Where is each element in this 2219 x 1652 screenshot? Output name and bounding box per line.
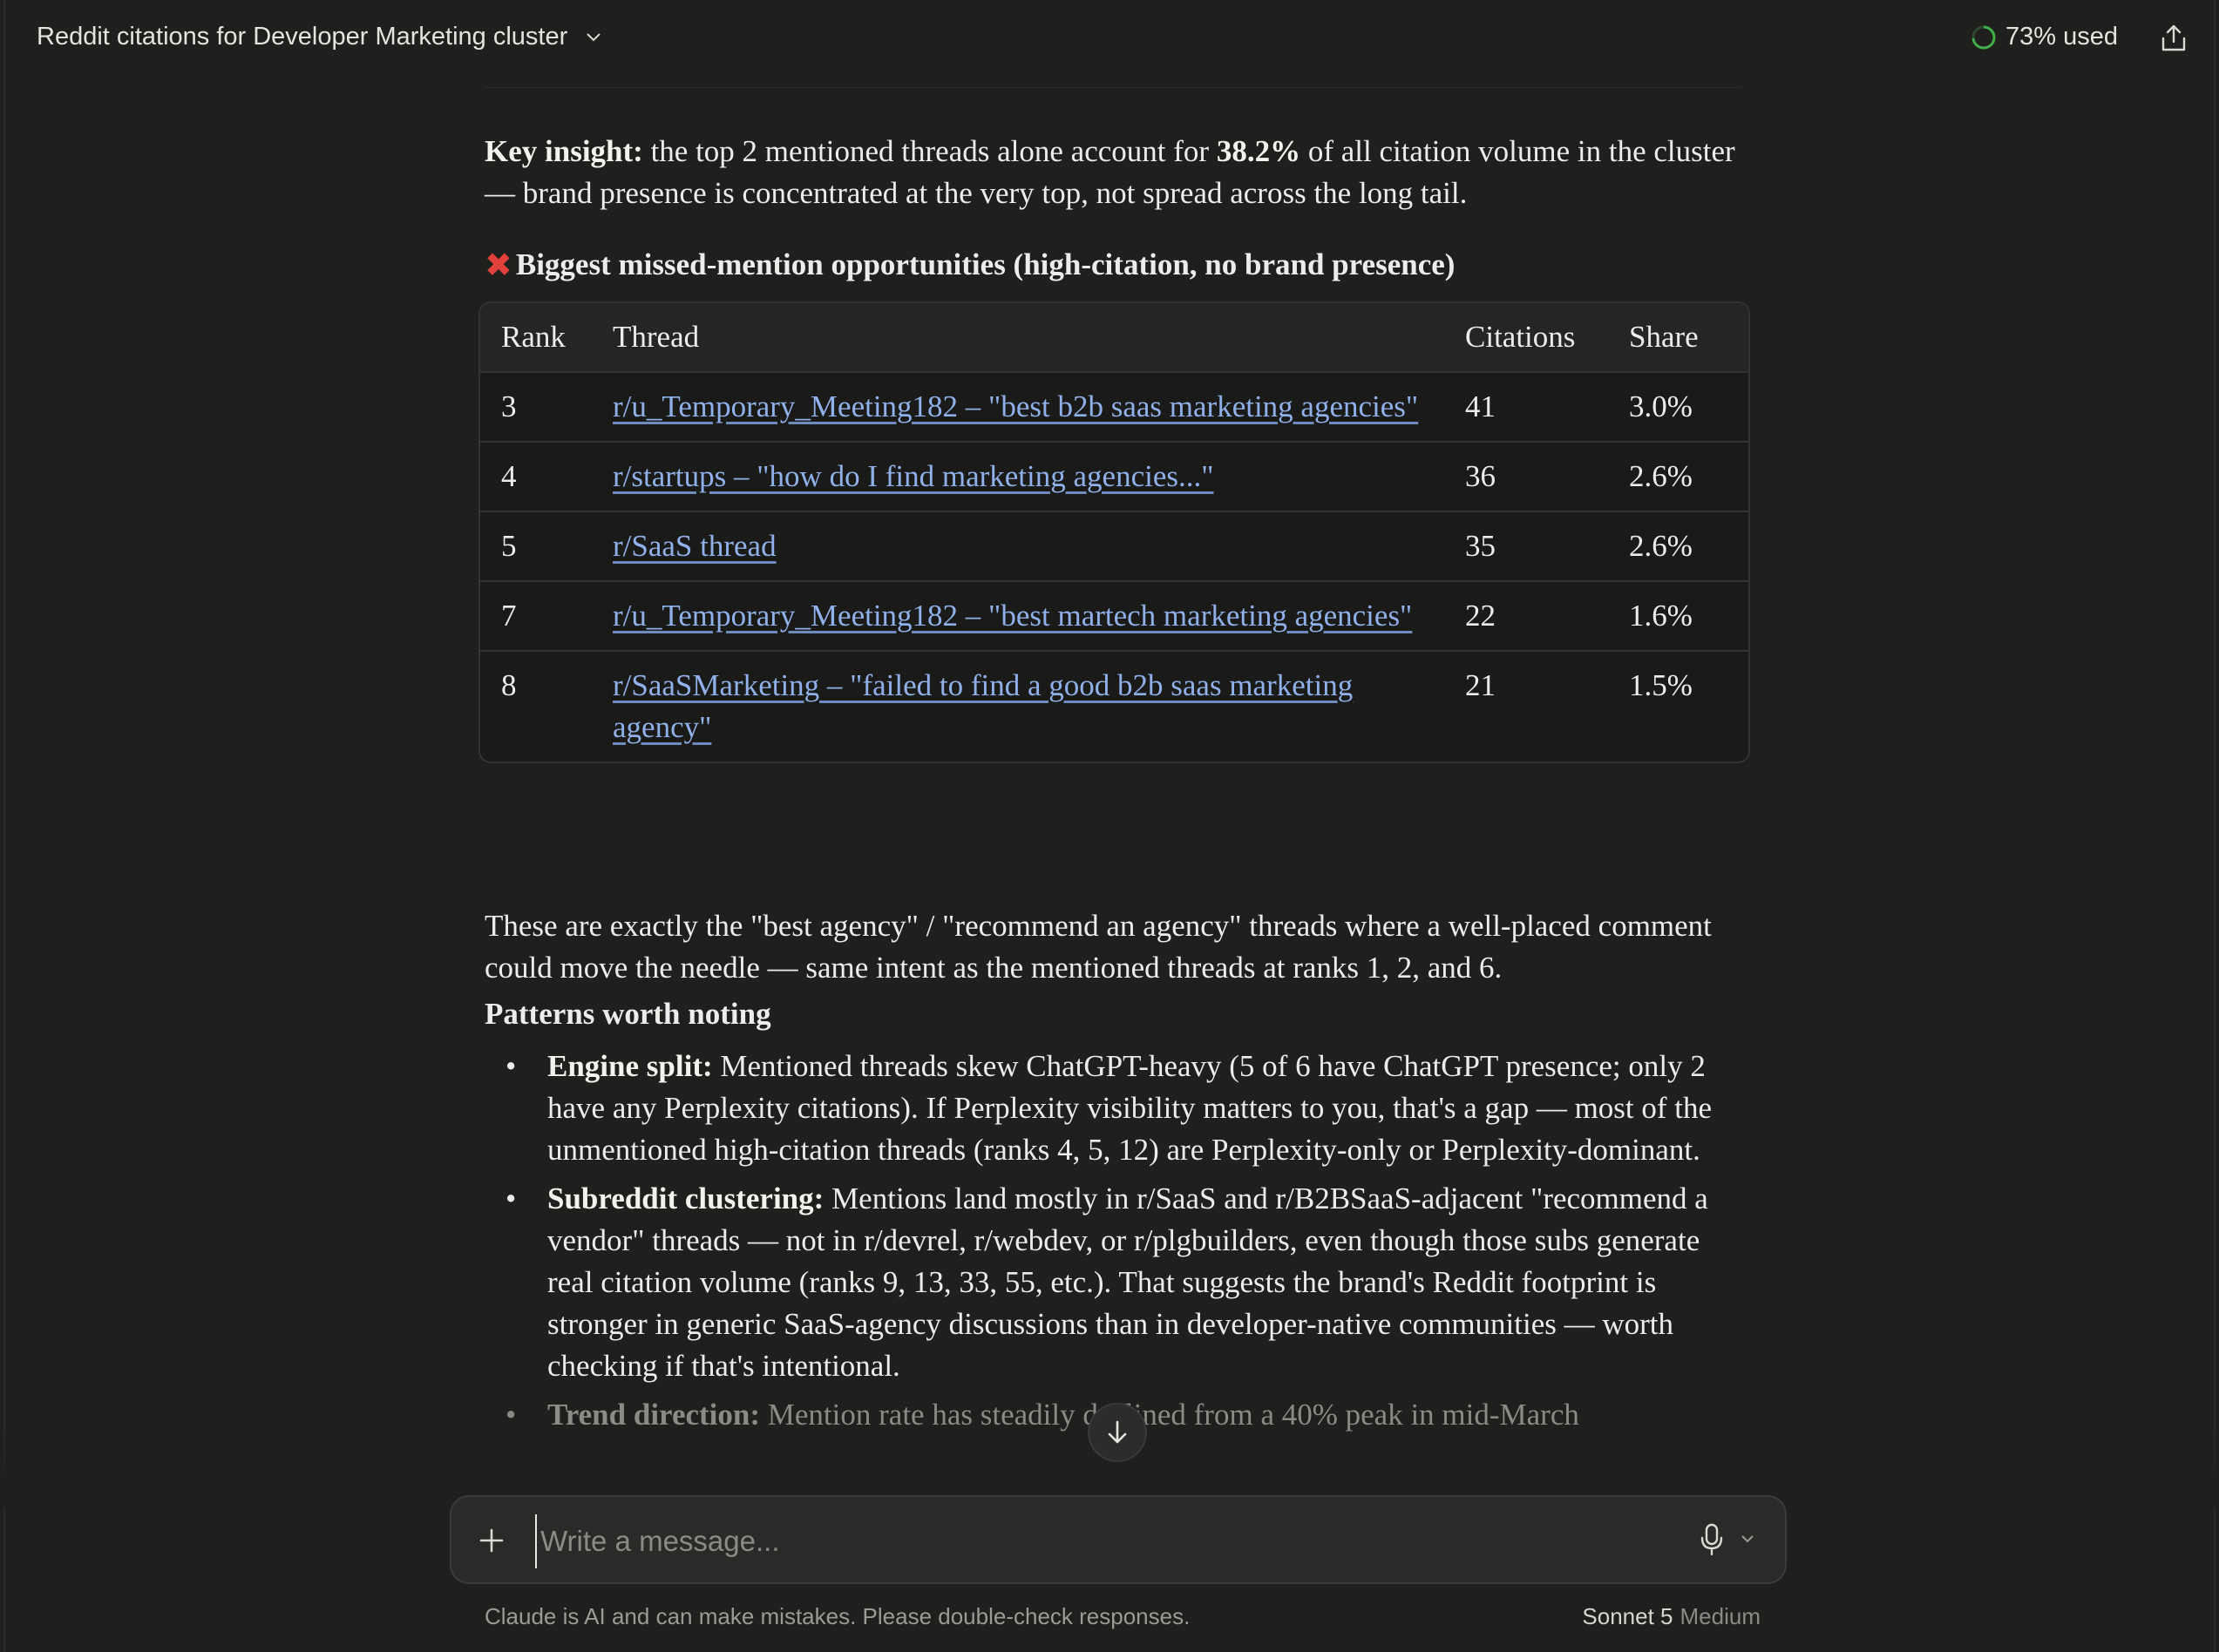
- key-insight-text-pre: the top 2 mentioned threads alone accoun…: [642, 134, 1217, 168]
- thread-link[interactable]: r/SaaSMarketing – "failed to find a good…: [613, 668, 1353, 744]
- thread-link[interactable]: r/SaaS thread: [613, 529, 777, 563]
- share-cell: 1.5%: [1608, 650, 1748, 762]
- share-cell: 2.6%: [1608, 511, 1748, 581]
- column-header-thread: Thread: [592, 303, 1444, 372]
- share-cell: 3.0%: [1608, 371, 1748, 442]
- citations-cell: 21: [1444, 650, 1608, 762]
- bullet-text: Mentioned threads skew ChatGPT-heavy (5 …: [547, 1049, 1713, 1167]
- rank-cell: 5: [480, 511, 592, 581]
- conversation-title: Reddit citations for Developer Marketing…: [37, 23, 568, 51]
- rank-cell: 7: [480, 580, 592, 651]
- top-bar: Reddit citations for Developer Marketing…: [0, 0, 2219, 80]
- rank-cell: 4: [480, 441, 592, 511]
- citations-cell: 22: [1444, 580, 1608, 651]
- top-separator: [485, 87, 1741, 88]
- thread-link[interactable]: r/u_Temporary_Meeting182 – "best b2b saa…: [613, 389, 1418, 423]
- patterns-heading: Patterns worth noting: [485, 997, 771, 1031]
- thread-link[interactable]: r/startups – "how do I find marketing ag…: [613, 459, 1214, 493]
- table-row: 8 r/SaaSMarketing – "failed to find a go…: [480, 650, 1748, 762]
- missed-mentions-table: Rank Thread Citations Share 3 r/u_Tempor…: [478, 301, 1750, 763]
- thread-cell: r/u_Temporary_Meeting182 – "best b2b saa…: [592, 371, 1444, 442]
- missed-mentions-heading-text: Biggest missed-mention opportunities (hi…: [515, 247, 1456, 281]
- conversation-title-menu[interactable]: Reddit citations for Developer Marketing…: [37, 23, 601, 51]
- microphone-icon[interactable]: [1700, 1523, 1724, 1556]
- right-edge-divider: [2214, 0, 2216, 1652]
- left-edge-divider: [3, 0, 5, 1652]
- plus-icon[interactable]: [478, 1527, 506, 1554]
- chevron-down-icon[interactable]: [1741, 1535, 1754, 1543]
- bullet-label: Engine split:: [547, 1049, 713, 1083]
- table-row: 5 r/SaaS thread 35 2.6%: [480, 511, 1748, 581]
- thread-cell: r/SaaS thread: [592, 511, 1444, 581]
- table-row: 4 r/startups – "how do I find marketing …: [480, 441, 1748, 511]
- share-cell: 1.6%: [1608, 580, 1748, 651]
- message-composer: [450, 1495, 1787, 1584]
- disclaimer-text: Claude is AI and can make mistakes. Plea…: [485, 1603, 1191, 1629]
- model-selector[interactable]: Sonnet 5 Medium: [1582, 1603, 1761, 1630]
- key-insight-paragraph: Key insight: the top 2 mentioned threads…: [485, 131, 1741, 214]
- usage-label: 73% used: [2005, 23, 2118, 51]
- patterns-list: Engine split: Mentioned threads skew Cha…: [485, 1046, 1741, 1443]
- table-row: 7 r/u_Temporary_Meeting182 – "best marte…: [480, 580, 1748, 651]
- citations-cell: 41: [1444, 371, 1608, 442]
- column-header-rank: Rank: [480, 303, 592, 372]
- thread-cell: r/startups – "how do I find marketing ag…: [592, 441, 1444, 511]
- column-header-share: Share: [1608, 303, 1748, 372]
- share-icon[interactable]: [2158, 23, 2189, 54]
- table-row: 3 r/u_Temporary_Meeting182 – "best b2b s…: [480, 371, 1748, 442]
- bullet-label: Trend direction:: [547, 1398, 761, 1432]
- citations-cell: 35: [1444, 511, 1608, 581]
- rank-cell: 8: [480, 650, 592, 762]
- thread-cell: r/u_Temporary_Meeting182 – "best martech…: [592, 580, 1444, 651]
- citations-cell: 36: [1444, 441, 1608, 511]
- chevron-down-icon: [587, 32, 601, 41]
- key-insight-value: 38.2%: [1216, 134, 1301, 168]
- share-cell: 2.6%: [1608, 441, 1748, 511]
- bullet-text: Mention rate has steadily declined from …: [760, 1398, 1579, 1432]
- list-item: Subreddit clustering: Mentions land most…: [485, 1178, 1741, 1387]
- x-mark-icon: ✖: [485, 246, 512, 284]
- missed-mentions-heading: ✖ Biggest missed-mention opportunities (…: [485, 244, 1741, 286]
- column-header-citations: Citations: [1444, 303, 1608, 372]
- table-header-row: Rank Thread Citations Share: [480, 303, 1748, 372]
- key-insight-label: Key insight:: [485, 134, 643, 168]
- after-table-paragraph: These are exactly the "best agency" / "r…: [485, 909, 1712, 985]
- list-item: Engine split: Mentioned threads skew Cha…: [485, 1046, 1741, 1171]
- usage-ring-icon: [1971, 25, 1996, 49]
- usage-indicator[interactable]: 73% used: [1971, 23, 2118, 51]
- message-input[interactable]: [535, 1514, 1623, 1568]
- thread-cell: r/SaaSMarketing – "failed to find a good…: [592, 650, 1444, 762]
- scroll-to-bottom-button[interactable]: [1088, 1403, 1147, 1462]
- rank-cell: 3: [480, 371, 592, 442]
- model-level: Medium: [1680, 1603, 1761, 1629]
- bullet-label: Subreddit clustering:: [547, 1181, 824, 1215]
- assistant-message: Key insight: the top 2 mentioned threads…: [485, 131, 1741, 286]
- arrow-down-icon: [1108, 1420, 1127, 1444]
- thread-link[interactable]: r/u_Temporary_Meeting182 – "best martech…: [613, 599, 1412, 633]
- model-name: Sonnet 5: [1582, 1603, 1673, 1629]
